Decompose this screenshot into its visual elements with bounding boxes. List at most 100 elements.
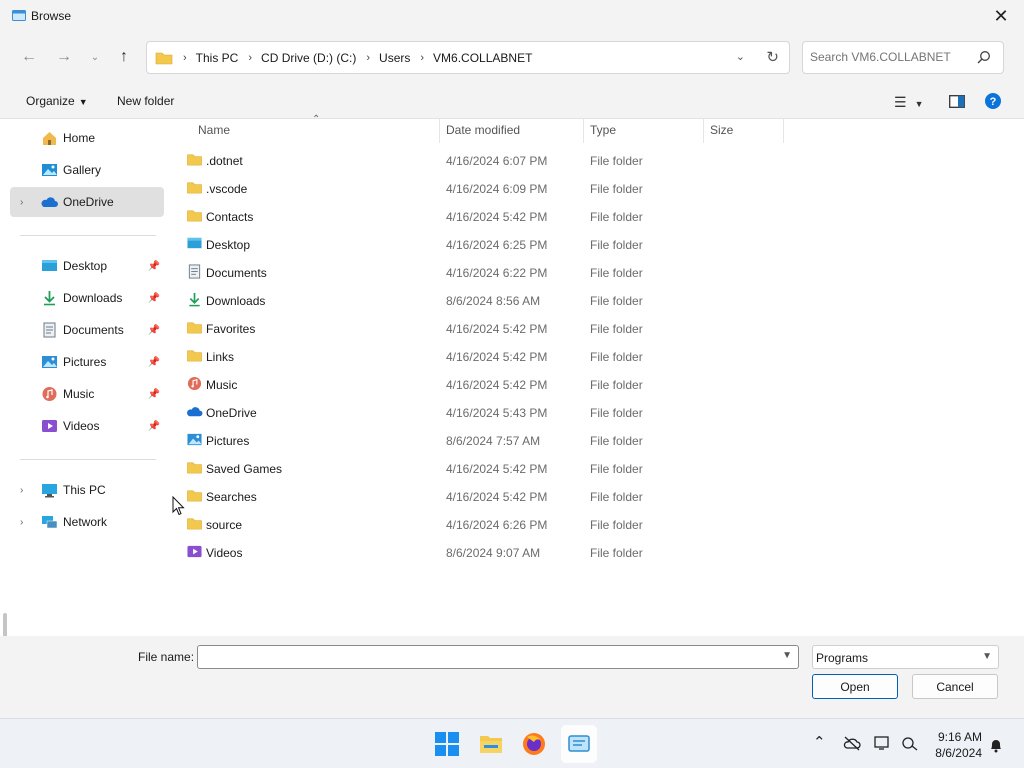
column-divider[interactable]	[439, 119, 440, 143]
dialog-footer: File name: ▼ Programs ▼ Open Cancel	[0, 636, 1024, 718]
nav-item-pictures[interactable]: Pictures 📌	[10, 347, 164, 377]
network-status-icon[interactable]	[874, 735, 892, 751]
back-button[interactable]: ←	[19, 47, 39, 67]
column-divider[interactable]	[703, 119, 704, 143]
file-type: File folder	[590, 518, 643, 532]
nav-item-documents[interactable]: Documents 📌	[10, 315, 164, 345]
file-row[interactable]: Searches 4/16/2024 5:42 PM File folder	[174, 482, 784, 510]
file-type: File folder	[590, 546, 643, 560]
file-row[interactable]: Saved Games 4/16/2024 5:42 PM File folder	[174, 454, 784, 482]
start-icon[interactable]	[434, 731, 460, 757]
back-arrow-icon: ←	[21, 48, 37, 65]
pin-icon[interactable]: 📌	[148, 389, 160, 400]
file-name: .dotnet	[206, 154, 243, 168]
address-bar[interactable]: › This PC › CD Drive (D:) (C:) › Users › VM…	[146, 41, 790, 74]
help-icon[interactable]: ?	[985, 93, 1001, 109]
column-divider[interactable]	[583, 119, 584, 143]
file-name-field[interactable]: ▼	[197, 645, 799, 669]
file-date-modified: 8/6/2024 9:07 AM	[446, 546, 541, 560]
nav-item-home[interactable]: Home	[10, 123, 164, 153]
file-type: File folder	[590, 210, 643, 224]
file-name: Contacts	[206, 210, 254, 224]
file-row[interactable]: Pictures 8/6/2024 7:57 AM File folder	[174, 426, 784, 454]
sort-ascending-icon: ⌃	[312, 114, 321, 125]
folder-icon	[187, 322, 202, 334]
pin-icon[interactable]: 📌	[148, 293, 160, 304]
file-row[interactable]: OneDrive 4/16/2024 5:43 PM File folder	[174, 398, 784, 426]
column-header-name[interactable]: Name	[198, 123, 230, 145]
chevron-right-icon[interactable]: ›	[20, 517, 23, 528]
file-row[interactable]: Desktop 4/16/2024 6:25 PM File folder	[174, 230, 784, 258]
nav-item-music[interactable]: Music 📌	[10, 379, 164, 409]
address-dropdown-icon[interactable]: ⌄	[736, 50, 745, 63]
onedrive-icon	[41, 197, 58, 207]
file-row[interactable]: Favorites 4/16/2024 5:42 PM File folder	[174, 314, 784, 342]
file-row[interactable]: Contacts 4/16/2024 5:42 PM File folder	[174, 202, 784, 230]
close-button[interactable]: ✕	[978, 0, 1024, 32]
column-divider[interactable]	[783, 119, 784, 143]
downloads-icon	[44, 291, 55, 306]
nav-item-onedrive[interactable]: › OneDrive	[10, 187, 164, 217]
breadcrumb-separator-icon: ›	[366, 51, 371, 64]
up-button[interactable]: ↑	[114, 47, 134, 67]
column-header-type[interactable]: Type	[590, 123, 616, 145]
refresh-icon[interactable]: ↻	[766, 48, 779, 66]
volume-icon[interactable]	[901, 735, 919, 751]
file-row[interactable]: Documents 4/16/2024 6:22 PM File folder	[174, 258, 784, 286]
nav-item-downloads[interactable]: Downloads 📌	[10, 283, 164, 313]
new-folder-button[interactable]: New folder	[117, 94, 174, 108]
file-row[interactable]: source 4/16/2024 6:26 PM File folder	[174, 510, 784, 538]
column-header-size[interactable]: Size	[710, 123, 733, 145]
file-type-select[interactable]: Programs ▼	[812, 645, 999, 669]
chevron-right-icon[interactable]: ›	[20, 197, 23, 208]
file-row[interactable]: Links 4/16/2024 5:42 PM File folder	[174, 342, 784, 370]
column-header-date-modified[interactable]: Date modified	[446, 123, 520, 145]
folder-icon	[187, 154, 202, 166]
navigation-pane: Home Gallery › OneDrive Desktop 📌 Downloads 📌 Do…	[0, 119, 170, 636]
nav-item-this-pc[interactable]: › This PC	[10, 475, 164, 505]
firefox-icon[interactable]	[521, 731, 547, 757]
file-date-modified: 4/16/2024 5:43 PM	[446, 406, 548, 420]
nav-item-network[interactable]: › Network	[10, 507, 164, 537]
nav-item-videos[interactable]: Videos 📌	[10, 411, 164, 441]
search-box[interactable]	[802, 41, 1004, 74]
pin-icon[interactable]: 📌	[148, 261, 160, 272]
forward-button[interactable]: →	[54, 47, 74, 67]
recent-locations-button[interactable]: ⌄	[85, 47, 105, 67]
chevron-down-icon[interactable]: ▼	[782, 650, 792, 661]
browse-app-icon[interactable]	[566, 731, 592, 757]
pin-icon[interactable]: 📌	[148, 421, 160, 432]
cancel-button[interactable]: Cancel	[912, 674, 998, 699]
folder-icon	[187, 210, 202, 222]
show-hidden-icons[interactable]: ⌃	[813, 733, 826, 751]
file-explorer-icon[interactable]	[478, 731, 504, 757]
file-row[interactable]: Downloads 8/6/2024 8:56 AM File folder	[174, 286, 784, 314]
search-icon[interactable]	[977, 50, 991, 64]
file-row[interactable]: .dotnet 4/16/2024 6:07 PM File folder	[174, 146, 784, 174]
nav-item-desktop[interactable]: Desktop 📌	[10, 251, 164, 281]
preview-pane-icon[interactable]	[949, 95, 965, 108]
nav-item-label: Downloads	[63, 291, 123, 305]
notification-bell-icon[interactable]	[989, 737, 1003, 753]
search-input[interactable]	[810, 50, 970, 64]
list-view-icon: ☰	[894, 94, 907, 110]
breadcrumb-users[interactable]: Users ›	[379, 51, 433, 65]
file-row[interactable]: .vscode 4/16/2024 6:09 PM File folder	[174, 174, 784, 202]
open-button[interactable]: Open	[812, 674, 898, 699]
desktop-icon	[187, 237, 202, 249]
pin-icon[interactable]: 📌	[148, 325, 160, 336]
breadcrumb-cd-drive[interactable]: CD Drive (D:) (C:) ›	[261, 51, 379, 65]
chevron-right-icon[interactable]: ›	[20, 485, 23, 496]
main-content: Home Gallery › OneDrive Desktop 📌 Downloads 📌 Do…	[0, 114, 1024, 643]
organize-button[interactable]: Organize ▼	[26, 94, 88, 108]
system-clock[interactable]: 9:16 AM 8/6/2024	[926, 729, 982, 761]
file-row[interactable]: Music 4/16/2024 5:42 PM File folder	[174, 370, 784, 398]
view-options-button[interactable]: ☰ ▼	[894, 94, 923, 111]
breadcrumb-this-pc[interactable]: This PC ›	[196, 51, 261, 65]
nav-item-gallery[interactable]: Gallery	[10, 155, 164, 185]
file-row[interactable]: Videos 8/6/2024 9:07 AM File folder	[174, 538, 784, 566]
breadcrumb-current-folder[interactable]: VM6.COLLABNET	[433, 51, 532, 65]
cloud-offline-icon[interactable]	[843, 735, 861, 751]
file-name: Searches	[206, 490, 257, 504]
pin-icon[interactable]: 📌	[148, 357, 160, 368]
